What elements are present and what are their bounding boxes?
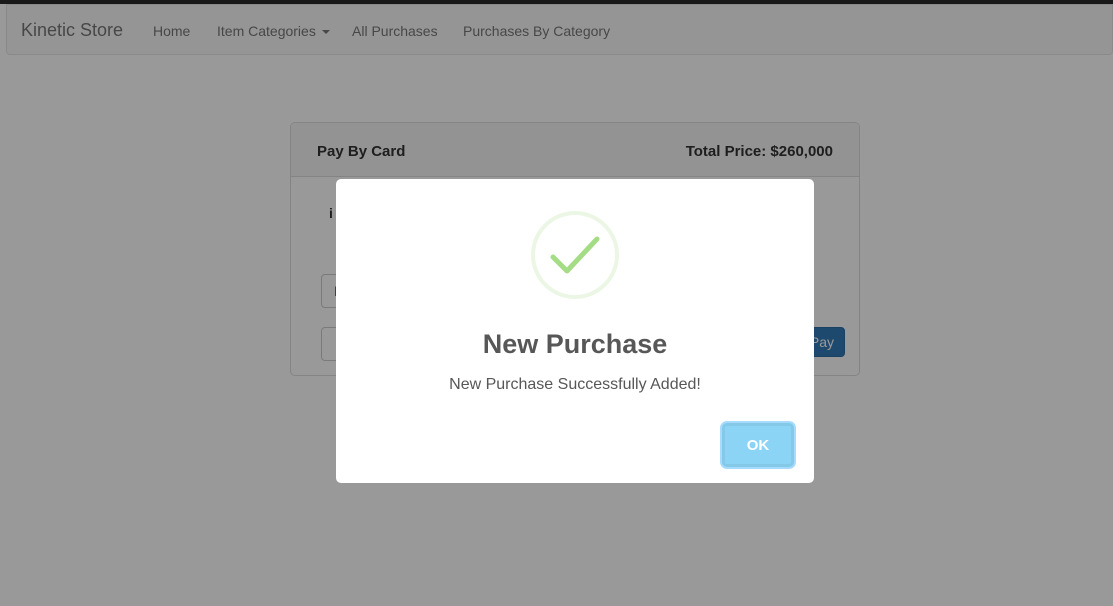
success-dialog: New Purchase New Purchase Successfully A… (336, 179, 814, 483)
dialog-title: New Purchase (482, 329, 668, 359)
checkmark-icon (550, 236, 600, 274)
ok-button[interactable]: OK (722, 423, 794, 467)
dialog-message: New Purchase Successfully Added! (449, 376, 701, 393)
success-check-icon (531, 211, 619, 299)
